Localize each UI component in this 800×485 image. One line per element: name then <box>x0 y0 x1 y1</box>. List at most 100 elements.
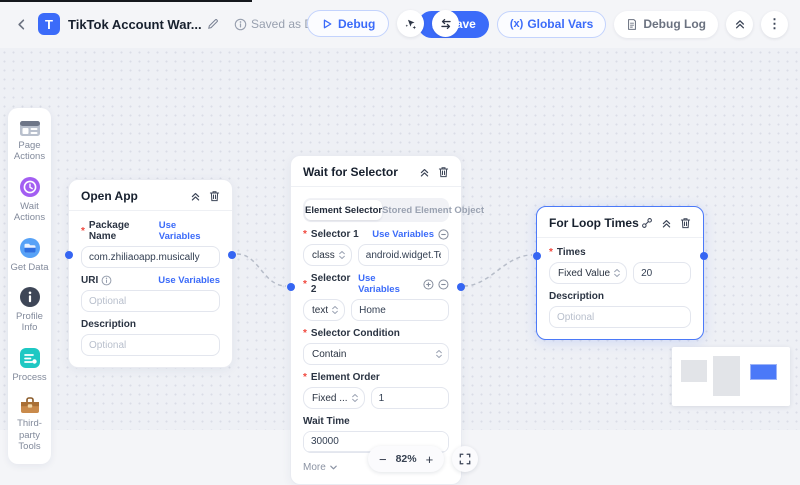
data-folder-icon <box>19 237 41 259</box>
port-right[interactable] <box>700 252 708 260</box>
process-flow-icon <box>19 347 41 369</box>
sidebar-item-third-party-tools[interactable]: Third-party Tools <box>10 396 49 452</box>
field-label-element-order: Element Order <box>303 372 380 383</box>
fit-view-button[interactable] <box>452 446 478 472</box>
use-variables-link[interactable]: Use Variables <box>358 273 419 295</box>
field-label-package-name: Package Name <box>81 220 159 242</box>
minimap[interactable] <box>672 347 790 406</box>
delete-node-icon[interactable] <box>680 217 691 229</box>
element-order-input[interactable] <box>371 387 449 409</box>
tab-stored-element-object[interactable]: Stored Element Object <box>382 200 484 220</box>
use-variables-link[interactable]: Use Variables <box>158 275 220 286</box>
node-title: Wait for Selector <box>303 165 398 179</box>
collapse-node-icon[interactable] <box>419 167 430 178</box>
remove-selector-icon[interactable] <box>438 229 449 240</box>
node-wait-for-selector[interactable]: Wait for Selector Element Selector Store… <box>290 155 462 485</box>
zoom-level: 82% <box>396 453 417 465</box>
link-loop-icon[interactable] <box>641 217 653 229</box>
zoom-out-button[interactable]: − <box>379 453 387 466</box>
browser-window-icon <box>19 120 41 137</box>
minimap-node-wait-for-selector <box>713 356 740 396</box>
sidebar-item-wait-actions[interactable]: Wait Actions <box>10 176 49 224</box>
description-input[interactable] <box>81 334 220 356</box>
workflow-title: TikTok Account War... <box>68 17 198 32</box>
double-chevron-up-icon <box>734 18 746 30</box>
uri-info-icon <box>101 275 112 286</box>
selector-condition-select[interactable]: Contain <box>303 343 449 365</box>
delete-node-icon[interactable] <box>438 166 449 178</box>
port-left[interactable] <box>533 252 541 260</box>
collapse-toolbar-button[interactable] <box>726 11 753 38</box>
info-circle-icon <box>19 286 41 308</box>
edit-title-icon[interactable] <box>206 17 220 31</box>
field-label-times: Times <box>549 247 586 258</box>
cursor-sparkle-icon <box>404 17 418 31</box>
play-icon <box>321 18 333 30</box>
log-file-icon <box>626 18 638 31</box>
top-toolbar: T TikTok Account War... Saved as Draft D… <box>0 0 800 48</box>
times-mode-select[interactable]: Fixed Value <box>549 262 627 284</box>
selector2-value-input[interactable] <box>351 299 449 321</box>
updown-caret-icon <box>435 348 443 360</box>
field-label-selector1: Selector 1 <box>303 229 359 240</box>
ai-pointer-button[interactable] <box>397 10 424 37</box>
sidebar-item-profile-info[interactable]: Profile Info <box>10 286 49 334</box>
field-label-description: Description <box>549 291 604 302</box>
more-menu-button[interactable]: ⋮ <box>761 11 788 38</box>
chevron-left-icon <box>14 17 29 32</box>
updown-caret-icon <box>351 392 359 404</box>
action-palette-sidebar: Page Actions Wait Actions Get Data Profi… <box>8 108 51 464</box>
sidebar-item-page-actions[interactable]: Page Actions <box>10 120 49 163</box>
minimap-node-open-app <box>681 360 707 382</box>
fit-view-icon <box>459 453 471 465</box>
selector1-value-input[interactable] <box>358 244 449 266</box>
workflow-canvas[interactable]: Page Actions Wait Actions Get Data Profi… <box>0 48 800 430</box>
package-name-input[interactable] <box>81 246 220 268</box>
workflow-logo: T <box>38 13 60 35</box>
global-vars-icon: (x) <box>510 18 523 30</box>
toolbox-icon <box>19 396 41 415</box>
node-open-app[interactable]: Open App Package Name Use Variables URI … <box>68 179 233 368</box>
use-variables-link[interactable]: Use Variables <box>159 220 220 242</box>
node-title: For Loop Times <box>549 216 639 230</box>
port-left[interactable] <box>287 283 295 291</box>
chevron-down-icon <box>329 463 338 472</box>
collapse-node-icon[interactable] <box>661 218 672 229</box>
field-label-selector2: Selector 2 <box>303 273 358 295</box>
info-icon <box>234 18 247 31</box>
zoom-in-button[interactable]: + <box>426 453 434 466</box>
delete-node-icon[interactable] <box>209 190 220 202</box>
field-label-description: Description <box>81 319 136 330</box>
node-for-loop-times[interactable]: For Loop Times Times Fixed Value Descrip… <box>536 206 704 340</box>
description-input[interactable] <box>549 306 691 328</box>
selector1-key-select[interactable]: class <box>303 244 352 266</box>
times-value-input[interactable] <box>633 262 691 284</box>
selector2-key-select[interactable]: text <box>303 299 345 321</box>
minimap-node-for-loop-times <box>750 364 777 380</box>
tab-element-selector[interactable]: Element Selector <box>305 200 382 220</box>
sidebar-item-process[interactable]: Process <box>10 347 49 383</box>
edge-wait-to-forloop <box>464 255 532 286</box>
node-title: Open App <box>81 189 138 203</box>
clock-icon <box>19 176 41 198</box>
debug-button[interactable]: Debug <box>307 10 389 37</box>
port-right[interactable] <box>457 283 465 291</box>
canvas-zoom-controls: − 82% + <box>368 446 478 472</box>
swap-arrows-icon <box>439 17 453 31</box>
add-selector-icon[interactable] <box>423 279 434 290</box>
swap-view-button[interactable] <box>432 10 459 37</box>
port-right[interactable] <box>228 251 236 259</box>
back-button[interactable] <box>12 15 30 33</box>
global-vars-button[interactable]: (x) Global Vars <box>497 11 606 38</box>
edge-openapp-to-wait <box>237 254 286 286</box>
kebab-icon: ⋮ <box>768 16 781 32</box>
remove-selector-icon[interactable] <box>438 279 449 290</box>
updown-caret-icon <box>613 267 621 279</box>
use-variables-link[interactable]: Use Variables <box>372 229 434 240</box>
sidebar-item-get-data[interactable]: Get Data <box>10 237 49 273</box>
debug-log-button[interactable]: Debug Log <box>614 11 718 38</box>
element-order-mode-select[interactable]: Fixed ... <box>303 387 365 409</box>
collapse-node-icon[interactable] <box>190 191 201 202</box>
port-left[interactable] <box>65 251 73 259</box>
uri-input[interactable] <box>81 290 220 312</box>
